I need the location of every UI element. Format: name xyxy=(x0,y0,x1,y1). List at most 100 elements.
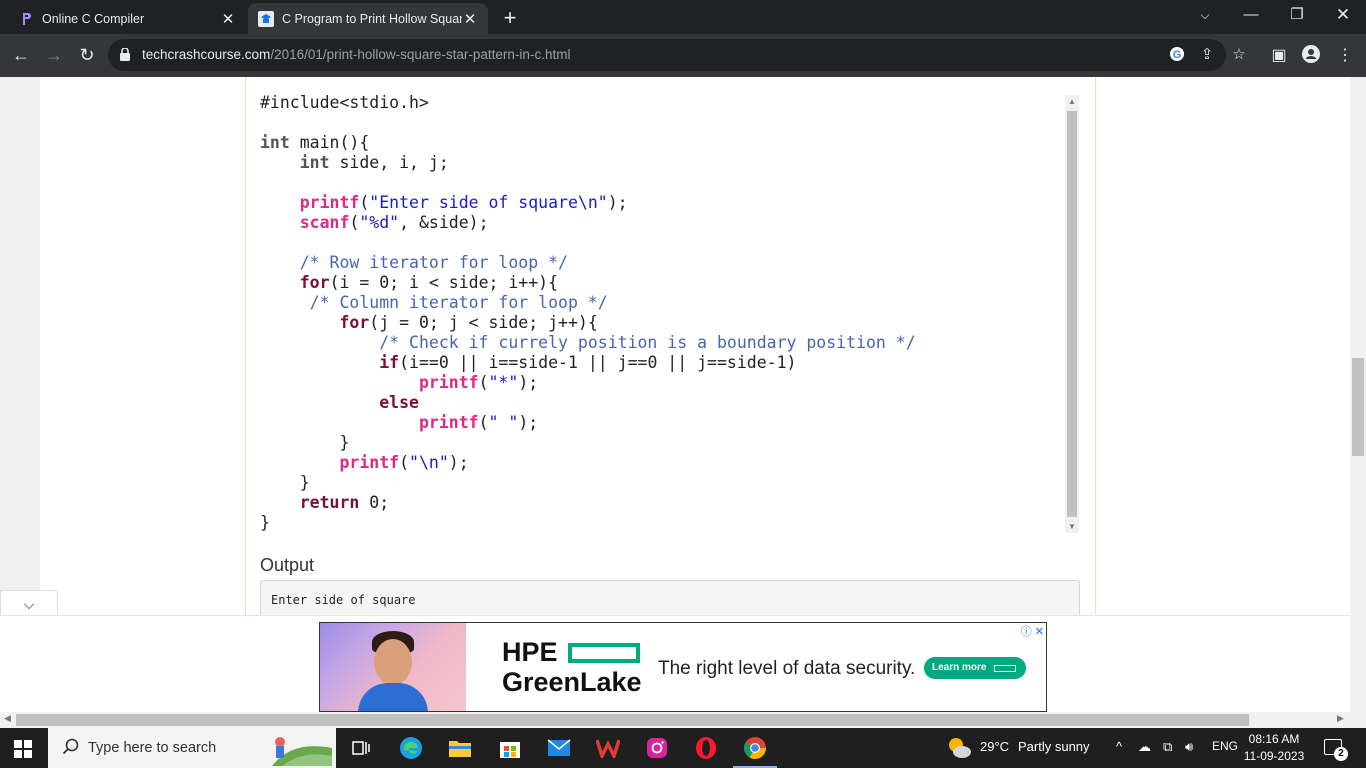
tab-online-c-compiler[interactable]: Online C Compiler ✕ xyxy=(8,3,246,34)
ad-tagline: The right level of data security. xyxy=(658,658,916,679)
url-host: techcrashcourse.com xyxy=(142,47,271,62)
restore-button[interactable]: ❐ xyxy=(1274,0,1320,34)
profile-icon[interactable] xyxy=(1300,45,1322,67)
code-line: else xyxy=(379,393,419,412)
url-path: /2016/01/print-hollow-square-star-patter… xyxy=(270,47,571,62)
svg-text:G: G xyxy=(1173,49,1182,61)
site-favicon-icon xyxy=(258,10,274,27)
task-view-icon[interactable] xyxy=(347,734,375,762)
edge-icon[interactable] xyxy=(397,734,425,762)
tab-search-chevron-icon[interactable]: ⌵ xyxy=(1182,0,1228,34)
back-arrow-icon[interactable]: ← xyxy=(9,43,33,67)
browser-tab-strip: Online C Compiler ✕ C Program to Print H… xyxy=(0,0,1366,34)
ad-brand-line2: GreenLake xyxy=(502,667,642,697)
code-line: printf("*"); xyxy=(418,373,539,392)
close-tab-icon[interactable]: ✕ xyxy=(462,10,478,28)
ad-photo xyxy=(320,623,466,711)
notifications-icon[interactable]: 2 xyxy=(1324,739,1348,761)
scroll-right-arrow-icon[interactable]: ▶ xyxy=(1337,713,1344,724)
new-tab-button[interactable]: + xyxy=(498,5,522,31)
file-explorer-icon[interactable] xyxy=(446,734,474,762)
code-line: printf(" "); xyxy=(418,413,539,432)
show-hidden-icons-chevron-icon[interactable]: ^ xyxy=(1116,739,1122,754)
hpe-ad-banner[interactable]: HPE GreenLake The right level of data se… xyxy=(319,622,1047,712)
code-line: /* Check if currely position is a bounda… xyxy=(379,333,916,352)
code-line: /* Column iterator for loop */ xyxy=(309,293,608,312)
meet-now-icon[interactable]: ⧉ xyxy=(1163,739,1172,755)
code-line: /* Row iterator for loop */ xyxy=(299,253,568,272)
lock-icon xyxy=(120,48,130,61)
adchoices-icon[interactable]: ⓘ ✕ xyxy=(1021,623,1044,639)
code-line: } xyxy=(260,473,310,492)
input-language[interactable]: ENG xyxy=(1212,739,1238,753)
arrow-box-icon xyxy=(994,665,1016,672)
code-block[interactable]: #include<stdio.h> int main(){ int side, … xyxy=(260,85,1080,535)
browser-toolbar: ← → ↻ techcrashcourse.com/2016/01/print-… xyxy=(0,34,1366,77)
forward-arrow-icon[interactable]: → xyxy=(42,43,66,67)
clock-date: 11-09-2023 xyxy=(1243,749,1305,763)
url-text[interactable]: techcrashcourse.com/2016/01/print-hollow… xyxy=(142,47,570,62)
output-heading: Output xyxy=(260,555,315,575)
scroll-up-arrow-icon[interactable]: ▲ xyxy=(1065,97,1079,106)
code-line: if(i==0 || i==side-1 || j==0 || j==side-… xyxy=(379,353,797,372)
code-line: } xyxy=(260,513,270,532)
code-line: for(j = 0; j < side; j++){ xyxy=(339,313,598,332)
code-line: #include<stdio.h> xyxy=(260,93,429,112)
scroll-left-arrow-icon[interactable]: ◀ xyxy=(4,713,11,724)
wps-office-icon[interactable] xyxy=(594,734,622,762)
learn-more-button[interactable]: Learn more xyxy=(924,657,1026,679)
code-line: printf("Enter side of square\n"); xyxy=(299,193,628,212)
close-window-button[interactable]: ✕ xyxy=(1320,0,1366,34)
google-lens-icon[interactable]: G xyxy=(1168,46,1186,64)
tab-title: Online C Compiler xyxy=(42,11,145,26)
learn-more-label: Learn more xyxy=(932,662,987,673)
taskbar-search-box[interactable]: Type here to search xyxy=(48,728,336,768)
windows-taskbar: Type here to search 29°C Partly sunny ^ … xyxy=(0,728,1366,768)
instagram-icon[interactable] xyxy=(643,734,671,762)
close-tab-icon[interactable]: ✕ xyxy=(220,10,236,28)
horizontal-scrollbar[interactable]: ◀ ▶ xyxy=(0,712,1366,728)
tab-title: C Program to Print Hollow Squar xyxy=(282,11,462,26)
page-scrollbar[interactable] xyxy=(1350,77,1366,712)
taskbar-clock[interactable]: 08:16 AM 11-09-2023 xyxy=(1238,731,1310,765)
horizontal-scroll-thumb[interactable] xyxy=(16,714,1249,726)
menu-kebab-icon[interactable]: ⋮ xyxy=(1334,45,1356,67)
search-highlight-art-icon xyxy=(272,737,332,766)
code-scroll-thumb[interactable] xyxy=(1067,111,1077,517)
c-source-code: #include<stdio.h> int main(){ int side, … xyxy=(260,93,916,533)
chrome-icon[interactable] xyxy=(733,734,777,768)
code-line: printf("\n"); xyxy=(339,453,469,472)
page-scroll-thumb[interactable] xyxy=(1352,358,1364,456)
volume-icon[interactable]: 🔊︎ xyxy=(1185,739,1193,755)
weather-desc[interactable]: Partly sunny xyxy=(1018,739,1090,754)
windows-start-icon[interactable] xyxy=(14,740,32,758)
notification-count: 2 xyxy=(1334,747,1348,761)
collapse-ad-chevron-icon[interactable]: ⌵ xyxy=(0,590,58,618)
share-icon[interactable]: ⇪ xyxy=(1198,46,1216,64)
minimize-button[interactable]: — xyxy=(1228,0,1274,34)
scroll-down-arrow-icon[interactable]: ▼ xyxy=(1065,522,1079,531)
compiler-favicon-icon xyxy=(18,11,34,27)
code-block-scrollbar[interactable]: ▲ ▼ xyxy=(1065,95,1079,533)
code-line: return 0; xyxy=(299,493,390,512)
code-line: int side, i, j; xyxy=(299,153,449,172)
weather-temp[interactable]: 29°C xyxy=(980,739,1009,754)
tab-hollow-square[interactable]: C Program to Print Hollow Squar ✕ xyxy=(248,3,488,34)
bookmark-star-icon[interactable]: ☆ xyxy=(1230,46,1248,64)
weather-partly-sunny-icon[interactable] xyxy=(945,734,973,762)
reload-icon[interactable]: ↻ xyxy=(75,43,99,67)
sticky-ad-strip: HPE GreenLake The right level of data se… xyxy=(0,615,1350,712)
network-icon[interactable]: ☁ xyxy=(1138,739,1151,755)
output-text: Enter side of square xyxy=(271,593,416,607)
address-bar[interactable]: techcrashcourse.com/2016/01/print-hollow… xyxy=(108,39,1246,71)
search-icon xyxy=(62,738,79,755)
clock-time: 08:16 AM xyxy=(1248,732,1300,746)
hpe-logo-rectangle-icon xyxy=(568,643,640,663)
code-line: scanf("%d", &side); xyxy=(299,213,489,232)
mail-icon[interactable] xyxy=(545,734,573,762)
microsoft-store-icon[interactable] xyxy=(496,734,524,762)
opera-icon[interactable] xyxy=(692,734,720,762)
side-panel-icon[interactable]: ▣ xyxy=(1268,45,1290,67)
code-line: for(i = 0; i < side; i++){ xyxy=(299,273,559,292)
code-line: int main(){ xyxy=(260,133,370,152)
